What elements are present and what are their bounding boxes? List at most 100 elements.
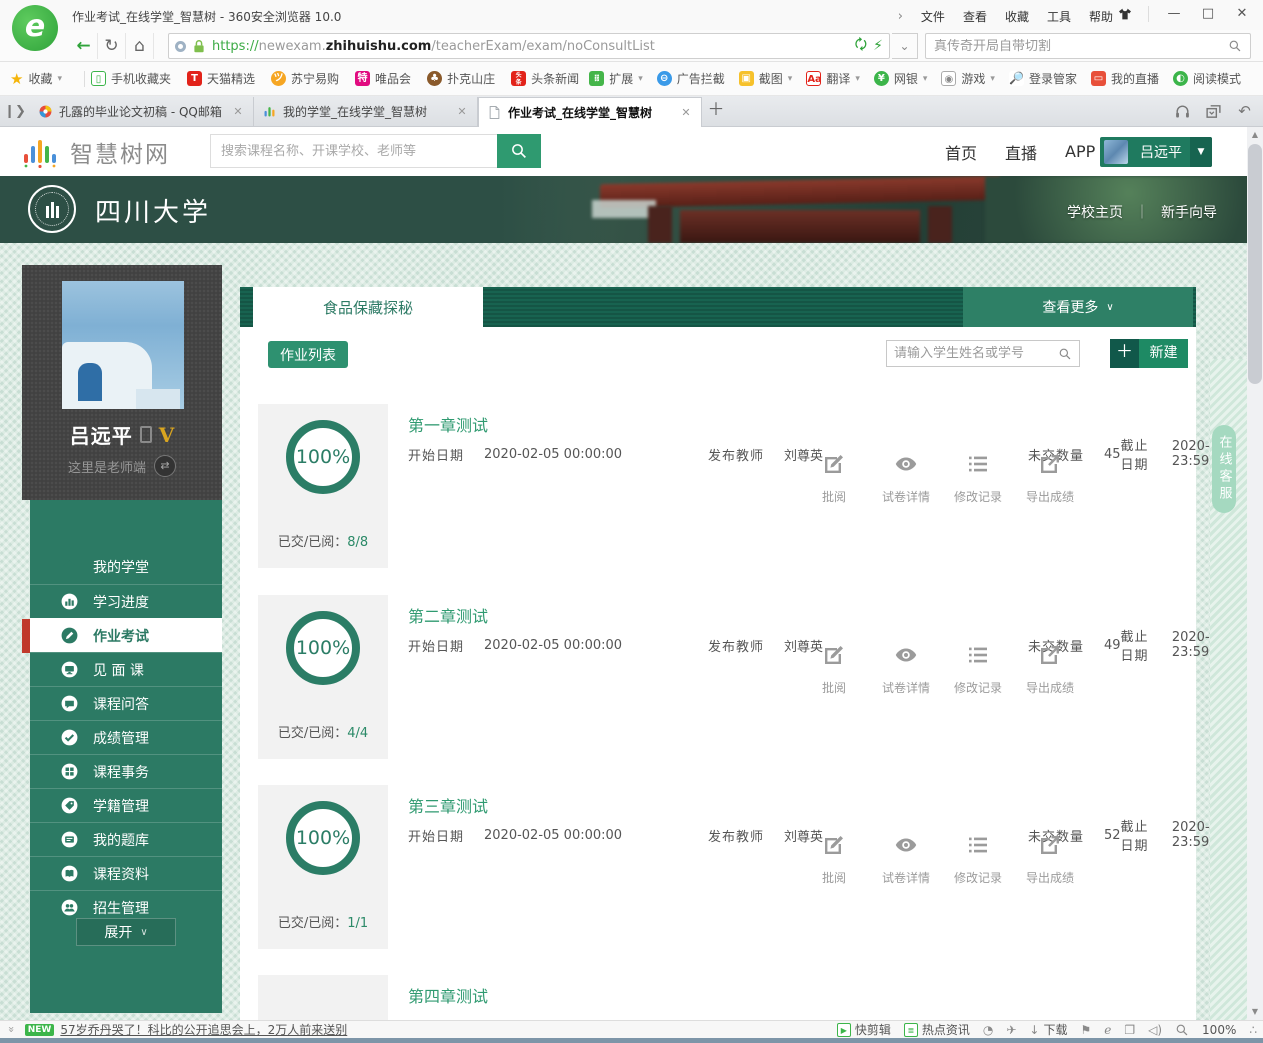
collapse-news-icon[interactable]: » bbox=[5, 1026, 18, 1033]
online-service-tab[interactable]: 在线客服 bbox=[1212, 425, 1236, 513]
newbie-guide-link[interactable]: 新手向导 bbox=[1161, 202, 1217, 222]
netbank-button[interactable]: ¥网银▾ bbox=[874, 70, 928, 87]
adblock-button[interactable]: ⊖广告拦截 bbox=[657, 70, 725, 87]
expand-menu-button[interactable]: 展开∨ bbox=[76, 918, 176, 946]
download-button[interactable]: ↓下载 bbox=[1029, 1021, 1067, 1038]
menu-favorites[interactable]: 收藏 bbox=[1005, 8, 1029, 25]
edit-record-action[interactable]: 修改记录 bbox=[950, 643, 1006, 696]
zoom-level[interactable]: 100% bbox=[1202, 1023, 1236, 1037]
reopen-closed-icon[interactable]: ↶ bbox=[1236, 103, 1253, 120]
chevron-down-icon[interactable]: ▼ bbox=[1190, 137, 1212, 167]
paper-detail-action[interactable]: 试卷详情 bbox=[878, 452, 934, 505]
quick-clip-button[interactable]: ▶快剪辑 bbox=[837, 1021, 891, 1038]
ie-mode-icon[interactable]: e bbox=[1104, 1023, 1111, 1037]
new-assignment-button[interactable]: ＋ 新建 bbox=[1110, 339, 1188, 368]
rocket-icon[interactable]: ✈ bbox=[1006, 1023, 1016, 1037]
news-link[interactable]: 57岁乔丹哭了！科比的公开追思会上，2万人前来送别 bbox=[60, 1021, 347, 1038]
speed-mode-icon[interactable] bbox=[175, 41, 186, 52]
tab-my-school[interactable]: 我的学堂_在线学堂_智慧树 ✕ bbox=[254, 97, 478, 127]
menu-help[interactable]: 帮助 bbox=[1089, 8, 1113, 25]
review-action[interactable]: 批阅 bbox=[806, 643, 862, 696]
session-restore-icon[interactable]: ❙❯ bbox=[0, 104, 30, 119]
paper-detail-action[interactable]: 试卷详情 bbox=[878, 643, 934, 696]
tab-close-icon[interactable]: ✕ bbox=[231, 105, 245, 118]
tab-list-icon[interactable] bbox=[1205, 103, 1222, 120]
my-live-button[interactable]: ▭我的直播 bbox=[1091, 70, 1159, 87]
menu-file[interactable]: 文件 bbox=[921, 8, 945, 25]
search-icon[interactable] bbox=[1228, 39, 1242, 53]
url-text[interactable]: https://newexam.zhihuishu.com/teacherExa… bbox=[212, 39, 655, 54]
lightning-icon[interactable]: ⚡ bbox=[873, 38, 883, 54]
export-grades-action[interactable]: 导出成绩 bbox=[1022, 833, 1078, 886]
export-grades-action[interactable]: 导出成绩 bbox=[1022, 452, 1078, 505]
games-button[interactable]: ◉游戏▾ bbox=[941, 70, 995, 87]
view-more-button[interactable]: 查看更多∨ bbox=[963, 287, 1193, 327]
assignment-title-link[interactable]: 第二章测试 bbox=[408, 603, 488, 627]
extensions-button[interactable]: ᎒᎒扩展▾ bbox=[589, 70, 643, 87]
quick-search-input[interactable] bbox=[934, 39, 1222, 54]
sidebar-item-course-qa[interactable]: 课程问答 bbox=[30, 686, 222, 720]
bookmark-tmall[interactable]: T天猫精选 bbox=[187, 70, 255, 87]
reader-mode-button[interactable]: ◐阅读模式 bbox=[1173, 70, 1241, 87]
browser-logo-icon[interactable]: e bbox=[12, 5, 58, 51]
address-dropdown-button[interactable]: ⌄ bbox=[892, 33, 918, 59]
minimize-button[interactable]: — bbox=[1159, 2, 1189, 26]
scrollbar-thumb[interactable] bbox=[1248, 144, 1262, 384]
assignment-title-link[interactable]: 第四章测试 bbox=[408, 983, 488, 1007]
scroll-down-icon[interactable]: ▼ bbox=[1247, 1004, 1263, 1020]
review-action[interactable]: 批阅 bbox=[806, 452, 862, 505]
sidebar-item-my-school[interactable]: 我的学堂 bbox=[30, 550, 222, 584]
maximize-button[interactable]: □ bbox=[1193, 2, 1223, 26]
tab-close-icon[interactable]: ✕ bbox=[679, 106, 693, 119]
paper-detail-action[interactable]: 试卷详情 bbox=[878, 833, 934, 886]
user-menu[interactable]: 吕远平 ▼ bbox=[1100, 137, 1212, 167]
edit-record-action[interactable]: 修改记录 bbox=[950, 833, 1006, 886]
sidebar-item-enrollment-status[interactable]: 学籍管理 bbox=[30, 788, 222, 822]
switch-role-icon[interactable]: ⇄ bbox=[154, 455, 176, 477]
close-button[interactable]: ✕ bbox=[1227, 2, 1257, 26]
hot-news-button[interactable]: ≣热点资讯 bbox=[904, 1021, 970, 1038]
zoom-search-icon[interactable] bbox=[1175, 1023, 1189, 1037]
course-search-input[interactable] bbox=[210, 134, 497, 168]
sidebar-item-progress[interactable]: 学习进度 bbox=[30, 584, 222, 618]
site-logo[interactable]: 智慧树网 bbox=[22, 135, 170, 169]
tab-homework-exam[interactable]: 作业考试_在线学堂_智慧树 ✕ bbox=[478, 97, 702, 127]
nav-live[interactable]: 直播 bbox=[1005, 140, 1037, 164]
search-icon[interactable] bbox=[1058, 347, 1072, 361]
favorites-button[interactable]: ★ 收藏▾ bbox=[10, 70, 62, 88]
reload-button[interactable]: ↻ bbox=[98, 33, 126, 59]
sidebar-item-course-affairs[interactable]: 课程事务 bbox=[30, 754, 222, 788]
speaker-icon[interactable]: ◁) bbox=[1148, 1023, 1162, 1037]
course-search-button[interactable] bbox=[497, 134, 541, 168]
new-tab-button[interactable]: ＋ bbox=[702, 97, 730, 125]
screenshot-button[interactable]: ▣截图▾ bbox=[739, 70, 793, 87]
menu-collapse-icon[interactable]: › bbox=[898, 9, 903, 24]
menu-tools[interactable]: 工具 bbox=[1047, 8, 1071, 25]
skin-icon[interactable] bbox=[1112, 6, 1138, 22]
sidebar-item-course-materials[interactable]: 课程资料 bbox=[30, 856, 222, 890]
sidebar-item-grades[interactable]: 成绩管理 bbox=[30, 720, 222, 754]
nav-app[interactable]: APP bbox=[1065, 142, 1095, 161]
sidebar-item-question-bank[interactable]: 我的题库 bbox=[30, 822, 222, 856]
menu-view[interactable]: 查看 bbox=[963, 8, 987, 25]
assignment-title-link[interactable]: 第三章测试 bbox=[408, 793, 488, 817]
headset-icon[interactable] bbox=[1174, 103, 1191, 120]
scroll-up-icon[interactable]: ▲ bbox=[1247, 127, 1263, 143]
course-tab-active[interactable]: 食品保藏探秘 bbox=[253, 287, 483, 327]
ssl-lock-icon[interactable] bbox=[192, 39, 206, 54]
edit-record-action[interactable]: 修改记录 bbox=[950, 452, 1006, 505]
address-bar[interactable]: https://newexam.zhihuishu.com/teacherExa… bbox=[168, 33, 890, 59]
password-manager-button[interactable]: 🔎登录管家 bbox=[1009, 70, 1077, 87]
assignment-title-link[interactable]: 第一章测试 bbox=[408, 412, 488, 436]
student-search-input[interactable] bbox=[894, 346, 1054, 361]
school-homepage-link[interactable]: 学校主页 bbox=[1067, 202, 1123, 222]
bookmark-poker[interactable]: ♣扑克山庄 bbox=[427, 70, 495, 87]
bookmark-vip[interactable]: 特唯品会 bbox=[355, 70, 411, 87]
tab-qq-mail[interactable]: 孔露的毕业论文初稿 - QQ邮箱 ✕ bbox=[30, 97, 254, 127]
review-action[interactable]: 批阅 bbox=[806, 833, 862, 886]
bookmark-suning[interactable]: ツ苏宁易购 bbox=[271, 70, 339, 87]
back-button[interactable]: ← bbox=[70, 33, 98, 59]
accelerator-icon[interactable]: ◔ bbox=[983, 1023, 993, 1037]
home-button[interactable]: ⌂ bbox=[126, 33, 154, 59]
assignment-list-button[interactable]: 作业列表 bbox=[268, 341, 348, 368]
